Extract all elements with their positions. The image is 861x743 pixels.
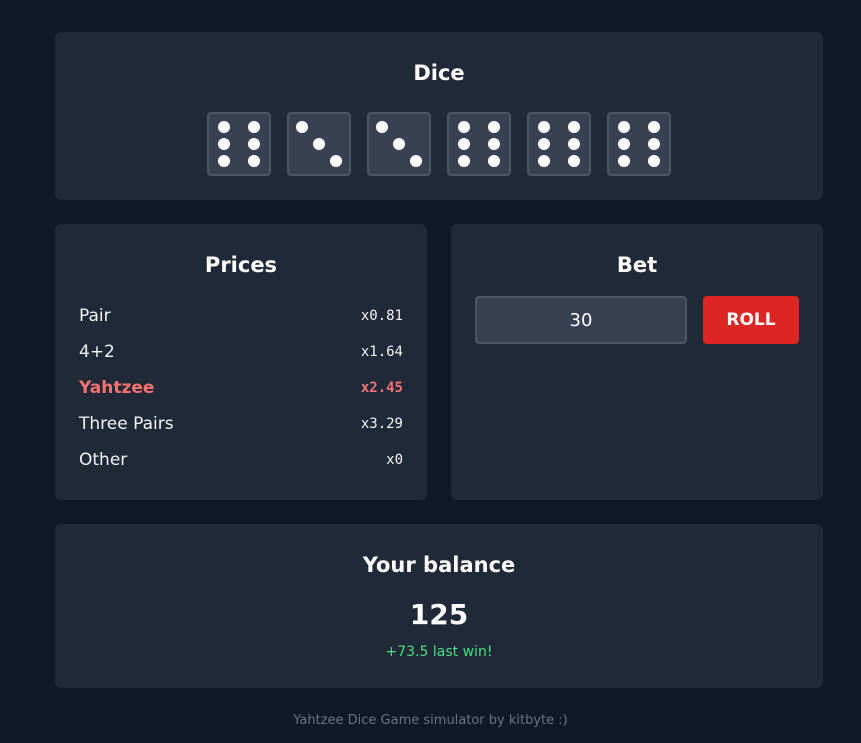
die-pip	[376, 121, 389, 134]
die-pip	[329, 154, 342, 167]
die-pip	[568, 138, 580, 150]
price-multiplier: x0	[386, 452, 403, 468]
balance-panel: Your balance 125 +73.5 last win!	[55, 524, 823, 688]
die-pip	[618, 154, 630, 167]
price-row-other: Other x0	[79, 442, 403, 478]
die-pip	[538, 154, 550, 167]
prices-panel: Prices Pair x0.81 4+2 x1.64 Yahtzee x2.4…	[55, 224, 427, 500]
die-5	[527, 112, 591, 176]
die-1	[207, 112, 271, 176]
balance-title: Your balance	[362, 553, 516, 577]
price-row-4-plus-2: 4+2 x1.64	[79, 334, 403, 370]
prices-title: Prices	[204, 253, 278, 277]
price-name: Other	[79, 450, 128, 470]
bet-input[interactable]	[475, 296, 687, 344]
dice-title: Dice	[413, 61, 465, 85]
balance-value: 125	[409, 598, 469, 631]
price-name: 4+2	[79, 342, 115, 362]
price-name: Pair	[79, 306, 111, 326]
dice-panel: Dice	[55, 32, 823, 200]
die-pip	[409, 154, 422, 167]
die-pip	[648, 138, 660, 150]
die-pip	[648, 121, 660, 134]
last-win-text: +73.5 last win!	[385, 644, 493, 660]
die-pip	[568, 121, 580, 134]
die-pip	[568, 154, 580, 167]
price-name: Yahtzee	[79, 378, 155, 398]
die-3	[367, 112, 431, 176]
die-pip	[648, 154, 660, 167]
die-pip	[248, 138, 260, 150]
die-pip	[313, 138, 325, 150]
die-pip	[458, 154, 470, 167]
die-pip	[458, 121, 470, 134]
die-pip	[248, 121, 260, 134]
die-pip	[248, 154, 260, 167]
die-pip	[488, 154, 500, 167]
die-6	[607, 112, 671, 176]
die-pip	[393, 138, 405, 150]
die-pip	[218, 154, 230, 167]
bet-title: Bet	[616, 253, 658, 277]
footer-credit: Yahtzee Dice Game simulator by kitbyte :…	[293, 713, 568, 728]
dice-row	[207, 112, 671, 176]
die-4	[447, 112, 511, 176]
price-multiplier: x0.81	[360, 308, 403, 324]
die-pip	[618, 138, 630, 150]
die-2	[287, 112, 351, 176]
roll-button[interactable]: ROLL	[703, 296, 799, 344]
price-multiplier: x2.45	[360, 380, 403, 396]
price-list: Pair x0.81 4+2 x1.64 Yahtzee x2.45 Three…	[79, 298, 403, 478]
price-multiplier: x1.64	[360, 344, 403, 360]
die-pip	[488, 121, 500, 134]
die-pip	[538, 138, 550, 150]
bet-panel: Bet ROLL	[451, 224, 823, 500]
price-name: Three Pairs	[79, 414, 174, 434]
price-multiplier: x3.29	[360, 416, 403, 432]
die-pip	[218, 121, 230, 134]
price-row-yahtzee: Yahtzee x2.45	[79, 370, 403, 406]
price-row-three-pairs: Three Pairs x3.29	[79, 406, 403, 442]
die-pip	[296, 121, 309, 134]
die-pip	[538, 121, 550, 134]
price-row-pair: Pair x0.81	[79, 298, 403, 334]
die-pip	[618, 121, 630, 134]
die-pip	[488, 138, 500, 150]
die-pip	[218, 138, 230, 150]
die-pip	[458, 138, 470, 150]
